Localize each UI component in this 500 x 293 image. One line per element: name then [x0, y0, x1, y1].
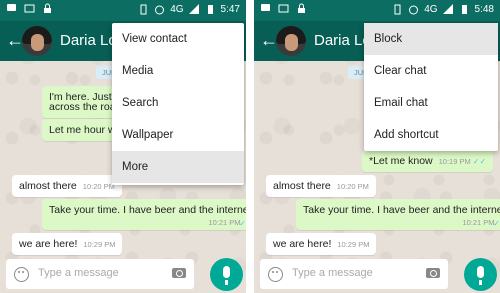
message-text: almost there	[273, 180, 331, 192]
status-bar: 4G 5:47	[0, 0, 246, 21]
battery-icon	[459, 4, 470, 15]
read-receipt-icon: ✓✓	[472, 157, 487, 166]
message-text: Take your time. I have beer and the inte…	[303, 204, 500, 216]
menu-item-wallpaper[interactable]: Wallpaper	[112, 119, 244, 151]
message-input[interactable]: Type a message	[38, 267, 119, 279]
emoji-icon[interactable]	[14, 267, 29, 282]
message-input-bar[interactable]: Type a message	[260, 259, 448, 289]
message-text: we are here!	[19, 238, 78, 250]
image-notification-icon	[278, 3, 289, 14]
message-time: 10:20 PM	[336, 182, 369, 191]
mic-icon[interactable]	[210, 258, 243, 291]
message-time: 10:21 PM	[208, 218, 241, 227]
clock: 5:48	[474, 4, 494, 15]
camera-icon[interactable]	[426, 268, 440, 278]
vibrate-icon	[138, 4, 149, 15]
overflow-menu: View contact Media Search Wallpaper More	[112, 23, 244, 185]
message-input-bar[interactable]: Type a message	[6, 259, 194, 289]
message-bubble-out[interactable]: Take your time. I have beer and the inte…	[42, 199, 246, 230]
chat-notification-icon	[260, 3, 271, 14]
signal-icon	[442, 4, 454, 15]
menu-item-media[interactable]: Media	[112, 55, 244, 87]
lock-icon	[296, 3, 307, 14]
message-bubble-in[interactable]: we are here! 10:29 PM	[266, 233, 377, 255]
read-receipt-icon: ✓✓	[493, 219, 500, 228]
avatar[interactable]	[22, 26, 52, 56]
chat-notification-icon	[6, 3, 17, 14]
message-time: 10:19 PM	[438, 157, 471, 166]
message-text: almost there	[19, 180, 77, 192]
message-time: 10:29 PM	[337, 240, 370, 249]
alarm-icon	[408, 4, 419, 15]
phone-screen-right: 4G 5:48 ← Daria Lomb JUN *Let me know 10:…	[254, 0, 500, 293]
message-time: 10:21 PM	[462, 218, 495, 227]
status-bar: 4G 5:48	[254, 0, 500, 21]
message-time: 10:29 PM	[83, 240, 116, 249]
menu-item-clear-chat[interactable]: Clear chat	[364, 55, 498, 87]
message-bubble-out[interactable]: *Let me know 10:19 PM ✓✓	[362, 150, 494, 172]
mic-icon[interactable]	[464, 258, 497, 291]
message-bubble-in[interactable]: we are here! 10:29 PM	[12, 233, 123, 255]
message-bubble-out[interactable]: Take your time. I have beer and the inte…	[296, 199, 500, 230]
network-type-label: 4G	[170, 4, 184, 15]
message-time: 10:20 PM	[82, 182, 115, 191]
menu-item-block[interactable]: Block	[364, 23, 498, 55]
menu-item-more[interactable]: More	[112, 151, 244, 183]
more-submenu: Block Clear chat Email chat Add shortcut	[364, 23, 498, 151]
menu-item-add-shortcut[interactable]: Add shortcut	[364, 119, 498, 151]
camera-icon[interactable]	[172, 268, 186, 278]
read-receipt-icon: ✓✓	[239, 219, 246, 228]
battery-icon	[205, 4, 216, 15]
clock: 5:47	[220, 4, 240, 15]
message-text: *Let me know	[369, 155, 433, 167]
message-bubble-in[interactable]: almost there 10:20 PM	[12, 175, 122, 197]
menu-item-email-chat[interactable]: Email chat	[364, 87, 498, 119]
emoji-icon[interactable]	[268, 267, 283, 282]
menu-item-view-contact[interactable]: View contact	[112, 23, 244, 55]
message-text: we are here!	[273, 238, 332, 250]
message-bubble-in[interactable]: almost there 10:20 PM	[266, 175, 376, 197]
menu-item-search[interactable]: Search	[112, 87, 244, 119]
message-input[interactable]: Type a message	[292, 267, 373, 279]
message-text: Take your time. I have beer and the inte…	[49, 204, 246, 216]
avatar[interactable]	[276, 26, 306, 56]
message-text: Let me hour wh	[49, 124, 122, 136]
message-text: across the road	[49, 101, 122, 113]
phone-screen-left: 4G 5:47 ← Daria Lomb JUN I'm here. Just …	[0, 0, 246, 293]
network-type-label: 4G	[424, 4, 438, 15]
alarm-icon	[154, 4, 165, 15]
signal-icon	[188, 4, 200, 15]
vibrate-icon	[392, 4, 403, 15]
image-notification-icon	[24, 3, 35, 14]
lock-icon	[42, 3, 53, 14]
